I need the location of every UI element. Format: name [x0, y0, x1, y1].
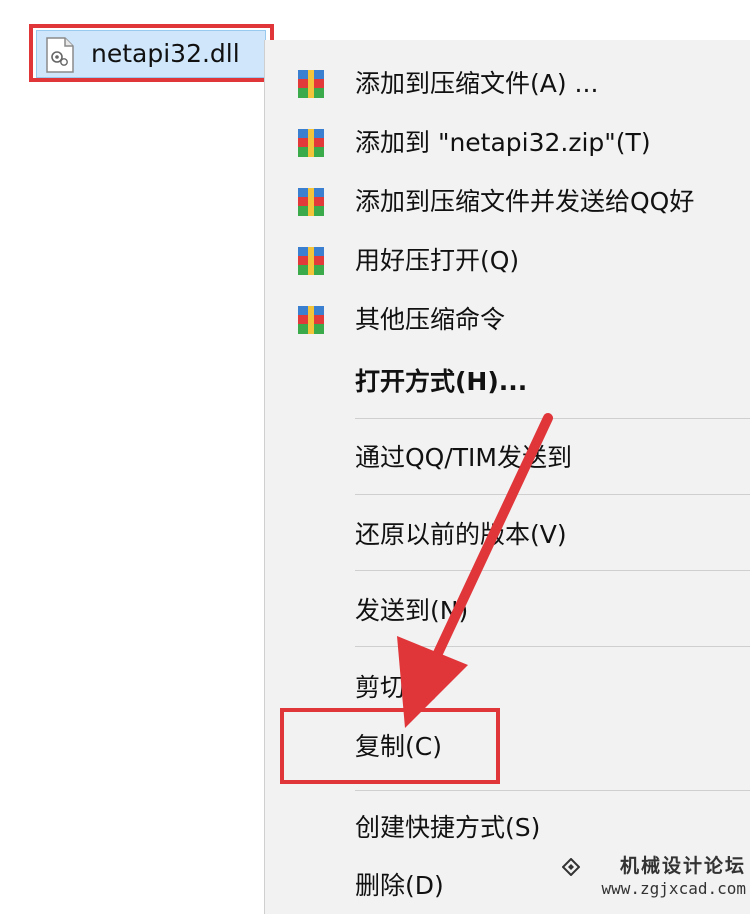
- menu-separator: [355, 790, 750, 791]
- menu-item-add-to-zip[interactable]: 添加到 "netapi32.zip"(T): [265, 115, 750, 171]
- watermark-url: www.zgjxcad.com: [601, 879, 747, 898]
- menu-separator: [355, 646, 750, 647]
- menu-item-send-to[interactable]: 发送到(N): [265, 583, 750, 639]
- archive-icon: [298, 306, 324, 334]
- archive-icon: [298, 70, 324, 98]
- forum-logo-icon: [562, 858, 580, 876]
- menu-separator: [355, 418, 750, 419]
- file-highlight-box: [29, 24, 274, 82]
- menu-item-open-with[interactable]: 打开方式(H)...: [265, 354, 750, 410]
- menu-item-open-with-haozip[interactable]: 用好压打开(Q): [265, 233, 750, 289]
- menu-item-add-and-send-qq[interactable]: 添加到压缩文件并发送给QQ好: [265, 174, 750, 230]
- menu-item-create-shortcut[interactable]: 创建快捷方式(S): [265, 800, 750, 856]
- copy-highlight-box: [280, 708, 500, 784]
- archive-icon: [298, 129, 324, 157]
- watermark: 机械设计论坛 www.zgjxcad.com: [560, 854, 746, 910]
- menu-item-other-compress[interactable]: 其他压缩命令: [265, 292, 750, 348]
- archive-icon: [298, 247, 324, 275]
- menu-separator: [355, 494, 750, 495]
- menu-separator: [355, 570, 750, 571]
- archive-icon: [298, 188, 324, 216]
- menu-item-add-to-archive[interactable]: 添加到压缩文件(A) ...: [265, 56, 750, 112]
- menu-item-restore-previous[interactable]: 还原以前的版本(V): [265, 507, 750, 563]
- explorer-window: netapi32.dll 添加到压缩文件(A) ... 添加到 "netapi3…: [0, 0, 750, 914]
- menu-item-send-via-qq-tim[interactable]: 通过QQ/TIM发送到: [265, 430, 750, 486]
- watermark-title: 机械设计论坛: [619, 855, 746, 877]
